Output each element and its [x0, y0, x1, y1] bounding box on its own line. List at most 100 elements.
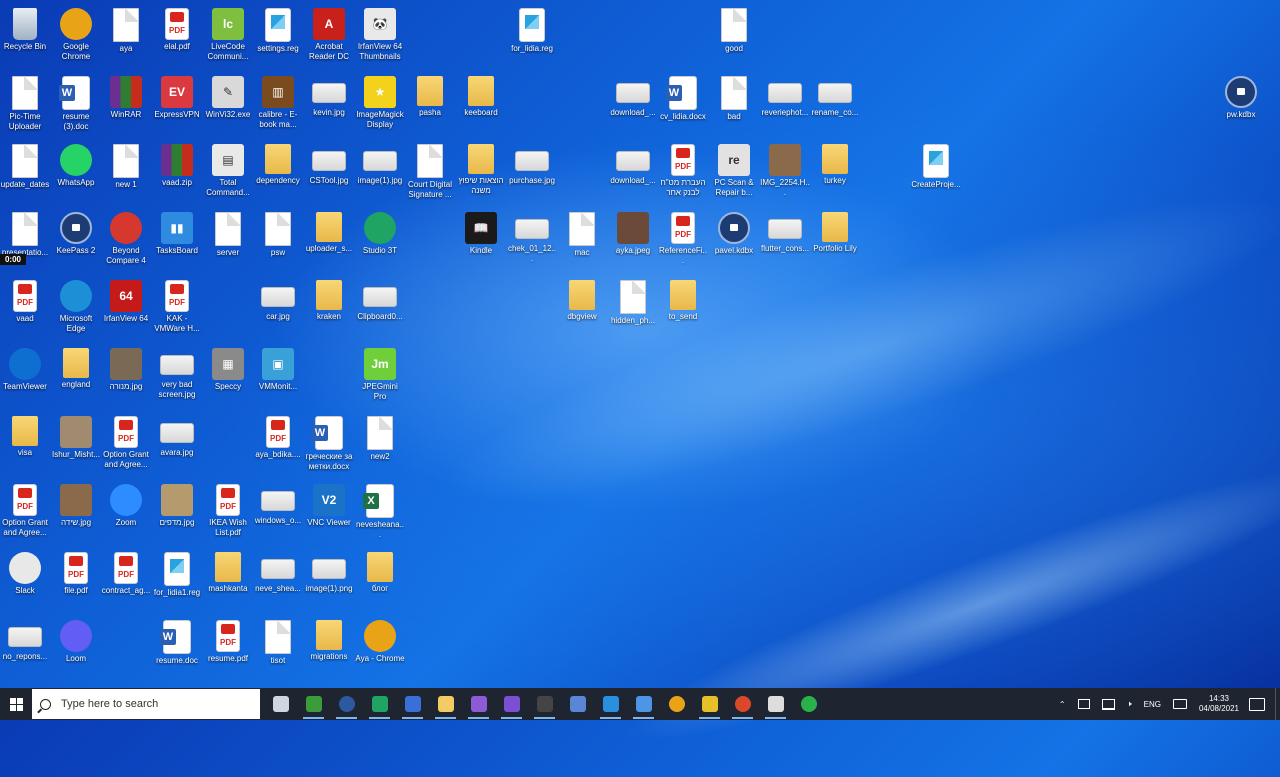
desktop-icon[interactable]: keeboard — [456, 72, 506, 118]
desktop-icon[interactable]: new2 — [355, 412, 405, 462]
desktop-icon[interactable]: Studio 3T — [355, 208, 405, 256]
desktop-icon[interactable]: reveriephot... — [760, 72, 810, 118]
desktop-icon[interactable]: PDF resume.pdf — [203, 616, 253, 664]
taskbar-search-box[interactable] — [32, 689, 260, 719]
desktop-icon[interactable]: no_repons... — [0, 616, 50, 662]
desktop-icon[interactable]: cv_lidia.docx — [658, 72, 708, 122]
language-indicator[interactable]: ENG — [1138, 700, 1167, 709]
keyboard-icon[interactable] — [1167, 699, 1193, 709]
desktop-icon[interactable]: for_lidia.reg — [507, 4, 557, 54]
desktop-icon[interactable]: image(1).png — [304, 548, 354, 594]
taskbar-app-studio3t[interactable] — [363, 688, 396, 720]
desktop-icon[interactable]: Clipboard0... — [355, 276, 405, 322]
desktop-icon[interactable]: 🐼 IrfanView 64 Thumbnails — [355, 4, 405, 62]
taskbar-app-keepass[interactable] — [330, 688, 363, 720]
desktop-icon[interactable]: resume.doc — [152, 616, 202, 666]
desktop-icon[interactable]: ✎ WinVi32.exe — [203, 72, 253, 120]
taskbar-app-vscode[interactable] — [594, 688, 627, 720]
desktop-icon[interactable]: turkey — [810, 140, 860, 186]
desktop-icon[interactable]: settings.reg — [253, 4, 303, 54]
desktop-icon[interactable]: מדפים.jpg — [152, 480, 202, 528]
desktop-icon[interactable]: Loom — [51, 616, 101, 664]
battery-icon[interactable] — [1072, 699, 1096, 709]
desktop-icon[interactable]: ayka.jpeg — [608, 208, 658, 256]
taskbar-app-recorder[interactable] — [792, 688, 825, 720]
volume-icon[interactable]: 🕨 — [1121, 699, 1138, 709]
desktop[interactable]: Recycle Bin Google Chrome aya PDF elal.pdf lc… — [0, 0, 1280, 688]
desktop-icon[interactable]: tisot — [253, 616, 303, 666]
desktop-icon[interactable]: mashkanta — [203, 548, 253, 594]
taskbar-app-file-explorer[interactable] — [429, 688, 462, 720]
desktop-icon[interactable]: PDF contract_ag... — [101, 548, 151, 596]
desktop-icon[interactable]: windows_o... — [253, 480, 303, 526]
desktop-icon[interactable]: PDF Option Grant and Agree... — [0, 480, 50, 538]
desktop-icon[interactable]: Microsoft Edge — [51, 276, 101, 334]
desktop-icon[interactable]: греческие за метки.docx — [304, 412, 354, 472]
desktop-icon[interactable]: kraken — [304, 276, 354, 322]
taskbar-app-save-disk[interactable] — [561, 688, 594, 720]
desktop-icon[interactable]: PDF Option Grant and Agree... — [101, 412, 151, 470]
desktop-icon[interactable]: to_send — [658, 276, 708, 322]
desktop-icon[interactable]: re PC Scan & Repair b... — [709, 140, 759, 198]
desktop-icon[interactable]: download_... — [608, 72, 658, 118]
desktop-icon[interactable]: Slack — [0, 548, 50, 596]
desktop-icon[interactable]: bad — [709, 72, 759, 122]
desktop-icon[interactable]: flutter_cons... — [760, 208, 810, 254]
desktop-icon[interactable]: מנורה.jpg — [101, 344, 151, 392]
desktop-icon[interactable]: pasha — [405, 72, 455, 118]
desktop-icon[interactable]: migrations — [304, 616, 354, 662]
desktop-icon[interactable]: Beyond Compare 4 — [101, 208, 151, 266]
desktop-icon[interactable]: for_lidia1.reg — [152, 548, 202, 598]
taskbar-app-total-commander[interactable] — [396, 688, 429, 720]
desktop-icon[interactable]: dbgview — [557, 276, 607, 322]
desktop-icon[interactable]: ★ ImageMagick Display — [355, 72, 405, 130]
desktop-icon[interactable]: resume (3).doc — [51, 72, 101, 132]
desktop-icon[interactable]: update_dates — [0, 140, 50, 190]
desktop-icon[interactable]: image(1).jpg — [355, 140, 405, 186]
desktop-icon[interactable]: ▣ VMMonit... — [253, 344, 303, 392]
desktop-icon[interactable]: WhatsApp — [51, 140, 101, 188]
desktop-icon[interactable]: EV ExpressVPN — [152, 72, 202, 120]
desktop-icon[interactable]: PDF aya_bdika.... — [253, 412, 303, 460]
desktop-icon[interactable]: ▦ Speccy — [203, 344, 253, 392]
notification-center-icon[interactable] — [1249, 697, 1265, 711]
desktop-icon[interactable]: שידה.jpg — [51, 480, 101, 528]
desktop-icon[interactable]: IMG_2254.H... — [760, 140, 810, 198]
desktop-icon[interactable]: download_... — [608, 140, 658, 186]
desktop-icon[interactable]: блог — [355, 548, 405, 594]
taskbar-app-settings[interactable] — [759, 688, 792, 720]
desktop-icon[interactable]: הוצאות שיפוץ משנה — [456, 140, 506, 196]
desktop-icon[interactable]: Zoom — [101, 480, 151, 528]
desktop-icon[interactable]: rename_co... — [810, 72, 860, 118]
desktop-icon[interactable]: PDF ReferenceFi... — [658, 208, 708, 266]
desktop-icon[interactable]: new 1 — [101, 140, 151, 190]
desktop-icon[interactable]: KeePass 2 — [51, 208, 101, 256]
desktop-icon[interactable]: pw.kdbx — [1216, 72, 1266, 120]
desktop-icon[interactable]: Aya - Chrome — [355, 616, 405, 664]
desktop-icon[interactable]: very bad screen.jpg — [152, 344, 202, 400]
desktop-icon[interactable]: avara.jpg — [152, 412, 202, 458]
start-button[interactable] — [0, 688, 32, 720]
desktop-icon[interactable]: psw — [253, 208, 303, 258]
desktop-icon[interactable]: Pic-Time Uploader — [0, 72, 50, 132]
taskbar-app-chrome-profile[interactable] — [726, 688, 759, 720]
desktop-icon[interactable]: ▤ Total Command... — [203, 140, 253, 198]
desktop-icon[interactable]: purchase.jpg — [507, 140, 557, 186]
search-input[interactable] — [59, 697, 243, 711]
desktop-icon[interactable]: Recycle Bin — [0, 4, 50, 52]
desktop-icon[interactable]: england — [51, 344, 101, 390]
desktop-icon[interactable]: Jm JPEGmini Pro — [355, 344, 405, 402]
desktop-icon[interactable]: dependency — [253, 140, 303, 186]
desktop-icon[interactable]: visa — [0, 412, 50, 458]
desktop-icon[interactable]: chek_01_12... — [507, 208, 557, 264]
desktop-icon[interactable]: A Acrobat Reader DC — [304, 4, 354, 62]
taskbar-app-file-pdf[interactable] — [297, 688, 330, 720]
desktop-icon[interactable]: kevin.jpg — [304, 72, 354, 118]
desktop-icon[interactable]: CreateProje... — [911, 140, 961, 190]
desktop-icon[interactable]: server — [203, 208, 253, 258]
desktop-icon[interactable]: PDF elal.pdf — [152, 4, 202, 52]
taskbar-app-visual-studio[interactable] — [495, 688, 528, 720]
desktop-icon[interactable]: PDF IKEA Wish List.pdf — [203, 480, 253, 538]
desktop-icon[interactable]: mac — [557, 208, 607, 258]
desktop-icon[interactable]: PDF vaad — [0, 276, 50, 324]
